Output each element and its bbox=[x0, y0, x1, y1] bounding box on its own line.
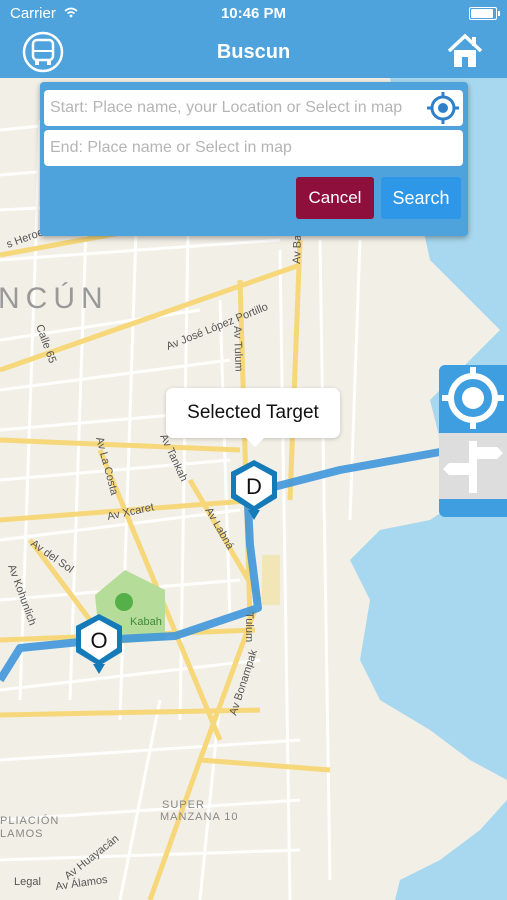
street-label: Tulum bbox=[243, 612, 255, 642]
clock: 10:46 PM bbox=[220, 5, 287, 22]
signpost-icon[interactable] bbox=[439, 433, 507, 499]
page-title: Buscun bbox=[216, 41, 291, 63]
battery-icon bbox=[469, 7, 500, 20]
area-label: PLIACIÓN bbox=[0, 814, 59, 827]
status-bar: Carrier 10:46 PM bbox=[0, 0, 507, 26]
nav-bar: Buscun bbox=[0, 26, 507, 78]
destination-marker-label: D bbox=[246, 474, 262, 499]
crosshair-icon[interactable] bbox=[439, 365, 507, 431]
park-icon bbox=[115, 593, 133, 611]
home-icon[interactable] bbox=[445, 31, 485, 71]
end-input[interactable] bbox=[44, 130, 463, 166]
search-button[interactable]: Search bbox=[381, 177, 461, 219]
search-panel: Cancel Search bbox=[40, 82, 468, 236]
origin-marker-label: O bbox=[90, 628, 107, 653]
cancel-button[interactable]: Cancel bbox=[296, 177, 374, 219]
end-field bbox=[44, 130, 463, 166]
start-input[interactable] bbox=[44, 90, 463, 126]
crosshair-icon[interactable] bbox=[427, 92, 459, 124]
area-label: SUPER bbox=[162, 799, 205, 811]
city-label: NCÚN bbox=[0, 282, 109, 315]
street-label: Av Tulum bbox=[231, 326, 245, 372]
map-side-controls bbox=[439, 365, 507, 517]
legal-link[interactable]: Legal bbox=[14, 876, 41, 888]
block-area bbox=[262, 555, 280, 605]
start-field bbox=[44, 90, 463, 126]
area-label: LAMOS bbox=[0, 828, 44, 840]
park-label: Kabah bbox=[130, 616, 162, 628]
street-label: Av Ba bbox=[291, 234, 304, 264]
area-label: MANZANA 10 bbox=[160, 811, 238, 823]
selected-target-callout: Selected Target bbox=[166, 388, 340, 447]
